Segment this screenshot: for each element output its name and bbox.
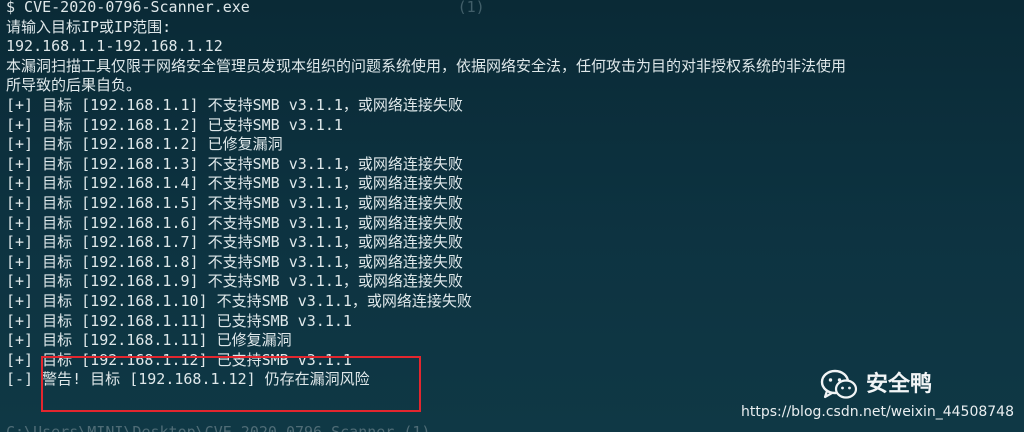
wechat-icon <box>820 368 858 402</box>
notice-line-1: 本漏洞扫描工具仅限于网络安全管理员发现本组织的问题系统使用，依据网络安全法，任何… <box>6 56 847 75</box>
result-line: [+] 目标 [192.168.1.2] 已支持SMB v3.1.1 <box>6 115 343 134</box>
result-line: [+] 目标 [192.168.1.3] 不支持SMB v3.1.1，或网络连接… <box>6 154 463 173</box>
result-line: [+] 目标 [192.168.1.4] 不支持SMB v3.1.1，或网络连接… <box>6 174 463 193</box>
result-line: [+] 目标 [192.168.1.11] 已支持SMB v3.1.1 <box>6 311 352 330</box>
result-line: [+] 目标 [192.168.1.1] 不支持SMB v3.1.1，或网络连接… <box>6 95 463 114</box>
source-url: https://blog.csdn.net/weixin_44508748 <box>740 404 1014 420</box>
command-text: $ CVE-2020-0796-Scanner.exe <box>6 0 250 16</box>
ip-prompt: 请输入目标IP或IP范围: <box>6 17 172 36</box>
ip-range-input: 192.168.1.1-192.168.1.12 <box>6 37 223 56</box>
command-line: $ CVE-2020-0796-Scanner.exe (1) <box>6 0 1018 18</box>
bottom-prompt: C:\Users\MINI\Desktop\CVE-2020-0796-Scan… <box>6 423 431 432</box>
wechat-watermark: 安全鸭 <box>820 368 932 402</box>
result-line: [+] 目标 [192.168.1.5] 不支持SMB v3.1.1，或网络连接… <box>6 193 463 212</box>
result-line: [+] 目标 [192.168.1.11] 已修复漏洞 <box>6 331 292 350</box>
result-line: [+] 目标 [192.168.1.2] 已修复漏洞 <box>6 135 283 154</box>
command-faint-suffix: (1) <box>457 0 485 16</box>
terminal-window[interactable]: $ CVE-2020-0796-Scanner.exe (1) 请输入目标IP或… <box>0 0 1024 432</box>
highlight-annotation-box <box>41 356 421 412</box>
terminal-output: $ CVE-2020-0796-Scanner.exe (1) 请输入目标IP或… <box>6 0 1018 390</box>
result-line: [+] 目标 [192.168.1.7] 不支持SMB v3.1.1，或网络连接… <box>6 233 463 252</box>
account-name: 安全鸭 <box>866 372 933 398</box>
notice-line-2: 所导致的后果自负。 <box>6 76 142 95</box>
result-line: [+] 目标 [192.168.1.8] 不支持SMB v3.1.1，或网络连接… <box>6 252 463 271</box>
result-line: [+] 目标 [192.168.1.10] 不支持SMB v3.1.1，或网络连… <box>6 291 472 310</box>
result-line: [+] 目标 [192.168.1.6] 不支持SMB v3.1.1，或网络连接… <box>6 213 463 232</box>
result-line: [+] 目标 [192.168.1.9] 不支持SMB v3.1.1，或网络连接… <box>6 272 463 291</box>
